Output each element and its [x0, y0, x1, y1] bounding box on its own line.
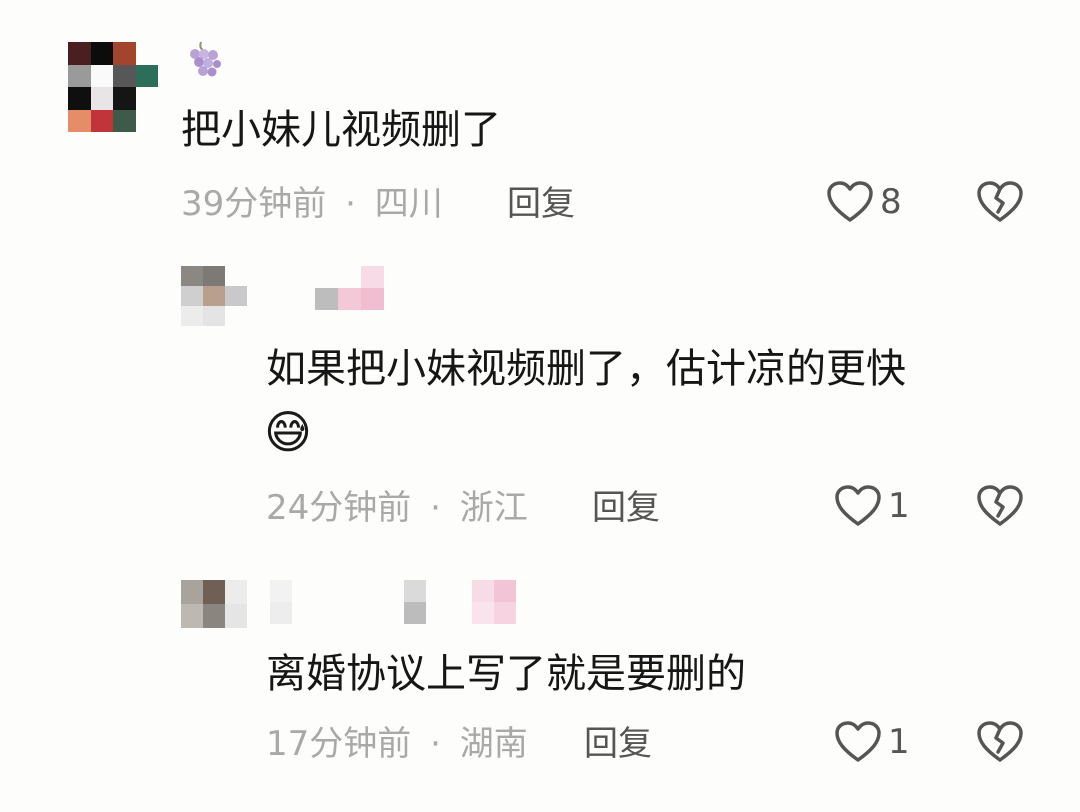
like-count: 8: [880, 182, 902, 222]
comment-text: 把小妹儿视频删了: [181, 107, 501, 153]
comment-location: 湖南: [459, 724, 528, 764]
grape-icon: [185, 40, 225, 82]
meta-separator: ·: [345, 184, 356, 224]
comment-time: 24分钟前: [266, 488, 412, 528]
like-button[interactable]: 8: [826, 180, 902, 224]
broken-heart-icon: [976, 721, 1024, 768]
username-blurred-row: [315, 288, 384, 310]
dislike-button[interactable]: [976, 484, 1024, 532]
avatar[interactable]: [181, 266, 247, 326]
dislike-button[interactable]: [976, 180, 1024, 228]
comment-meta: 17分钟前 · 湖南: [266, 724, 528, 764]
comment-time: 39分钟前: [181, 184, 327, 224]
like-count: 1: [888, 486, 910, 526]
heart-outline-icon: [826, 180, 874, 224]
broken-heart-icon: [976, 181, 1024, 228]
comment-meta: 24分钟前 · 浙江: [266, 488, 528, 528]
comment-time: 17分钟前: [266, 724, 412, 764]
heart-outline-icon: [834, 484, 882, 528]
username-blurred[interactable]: [270, 580, 516, 602]
reply-button[interactable]: 回复: [507, 184, 575, 224]
reply-button[interactable]: 回复: [584, 724, 652, 764]
username-blurred-row: [270, 602, 516, 624]
broken-heart-icon: [976, 485, 1024, 532]
comment-location: 四川: [374, 184, 443, 224]
comment-text: 如果把小妹视频删了，估计凉的更快: [266, 346, 906, 392]
dislike-button[interactable]: [976, 720, 1024, 768]
meta-separator: ·: [430, 724, 441, 764]
like-button[interactable]: 1: [834, 720, 910, 764]
reply-button[interactable]: 回复: [592, 488, 660, 528]
comment-meta: 39分钟前 · 四川: [181, 184, 443, 224]
like-count: 1: [888, 722, 910, 762]
heart-outline-icon: [834, 720, 882, 764]
sweat-smile-emoji: 😅: [264, 405, 312, 459]
avatar[interactable]: [181, 580, 247, 628]
like-button[interactable]: 1: [834, 484, 910, 528]
meta-separator: ·: [430, 488, 441, 528]
comment-text: 离婚协议上写了就是要删的: [266, 651, 746, 697]
comment-location: 浙江: [459, 488, 528, 528]
username-blurred[interactable]: [315, 266, 384, 288]
avatar[interactable]: [68, 42, 158, 132]
